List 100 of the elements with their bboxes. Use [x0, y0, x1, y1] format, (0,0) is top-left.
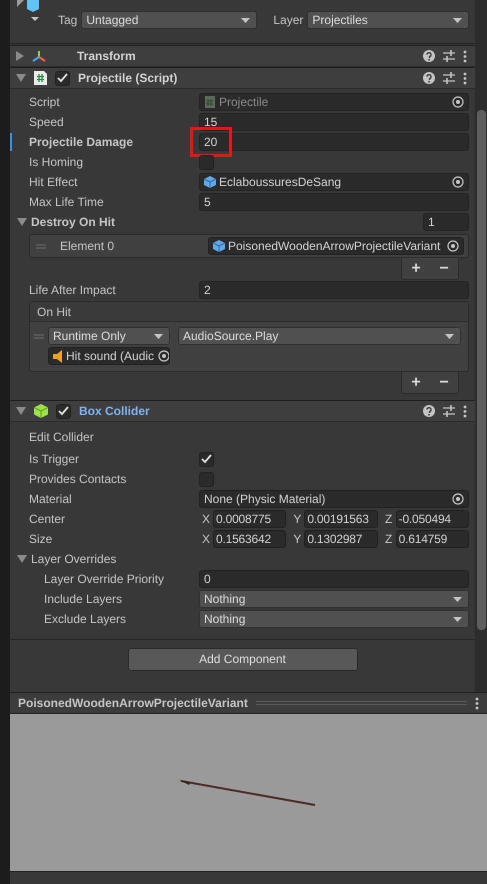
number-field[interactable]: 5 [199, 193, 469, 211]
axis-label: Z [384, 512, 394, 526]
foldout-triangle-icon[interactable] [16, 74, 26, 82]
script-file-icon [34, 71, 47, 85]
number-field[interactable]: 15 [199, 113, 469, 131]
dropdown[interactable]: Runtime Only [48, 327, 170, 345]
field-label: Life After Impact [28, 282, 117, 298]
dropdown[interactable]: Nothing [199, 590, 469, 608]
object-field[interactable]: Hit sound (Audic [48, 347, 170, 365]
foldout-triangle-icon[interactable] [16, 407, 26, 415]
component-header[interactable]: Projectile (Script) [10, 67, 475, 89]
preview-title: PoisonedWoodenArrowProjectileVariant [18, 696, 248, 710]
field-label: Edit Collider [28, 430, 95, 444]
component-title[interactable]: Projectile (Script) [78, 70, 178, 86]
object-field: Projectile [199, 93, 469, 111]
number-field[interactable]: 0.1302987 [304, 530, 378, 548]
settings-sliders-icon[interactable] [443, 72, 455, 84]
caret-icon [453, 616, 462, 622]
event-header: On Hit [30, 302, 468, 322]
remove-button[interactable]: − [439, 260, 449, 276]
caret-icon [154, 334, 163, 338]
check-icon [201, 454, 212, 464]
cube-icon [34, 404, 48, 418]
remove-button[interactable]: − [439, 374, 449, 390]
field-label: Exclude Layers [43, 612, 128, 626]
number-field[interactable]: 2 [199, 281, 469, 299]
checkbox[interactable] [199, 452, 214, 466]
tag-dropdown[interactable]: Untagged [81, 11, 258, 29]
add-component-button[interactable]: Add Component [128, 648, 358, 671]
dropdown[interactable]: AudioSource.Play [178, 327, 461, 345]
help-icon[interactable] [423, 50, 435, 62]
field-label: Center [28, 512, 66, 526]
field-label: Material [28, 492, 73, 506]
field-label: Tag [58, 12, 78, 28]
field-label: Size [28, 532, 54, 546]
more-options-icon[interactable] [463, 404, 467, 418]
add-button[interactable]: + [411, 260, 421, 276]
more-options-icon[interactable] [475, 696, 479, 710]
add-button[interactable]: + [411, 374, 421, 390]
field-label: Speed [28, 114, 65, 130]
field-label: Include Layers [43, 592, 124, 606]
object-picker-icon[interactable] [158, 350, 169, 362]
foldout-triangle-icon[interactable] [16, 51, 24, 61]
help-icon[interactable] [423, 405, 435, 417]
foldout-label[interactable]: Layer Overrides [31, 552, 116, 566]
scrollbar[interactable] [475, 0, 487, 692]
number-field[interactable]: 0.1563642 [213, 530, 286, 548]
object-field[interactable]: PoisonedWoodenArrowProjectileVariant [208, 237, 464, 255]
list-size-field[interactable]: 1 [423, 213, 469, 231]
field-label: Is Trigger [28, 452, 80, 466]
field-label: Projectile Damage [28, 134, 134, 150]
axis-label: Z [384, 532, 394, 546]
more-options-icon[interactable] [463, 72, 467, 84]
number-field[interactable]: 20 [199, 133, 469, 151]
axis-label: Y [292, 512, 302, 526]
axis-label: Y [292, 532, 302, 546]
layer-dropdown[interactable]: Projectiles [307, 11, 469, 29]
prefab-icon[interactable] [17, 0, 41, 21]
field-label: Provides Contacts [28, 472, 128, 486]
field-label: Layer Override Priority [43, 572, 166, 586]
checkbox[interactable] [56, 404, 71, 418]
component-title[interactable]: Box Collider [79, 404, 150, 418]
component-header[interactable]: Transform [10, 45, 475, 67]
list-label[interactable]: Destroy On Hit [31, 214, 116, 230]
help-icon[interactable] [423, 72, 435, 84]
foldout-triangle-icon[interactable] [17, 554, 27, 563]
component-title[interactable]: Transform [77, 48, 136, 64]
scrollbar-thumb[interactable] [477, 110, 486, 630]
axis-label: X [200, 532, 211, 546]
caret-icon [453, 596, 462, 602]
check-icon [57, 73, 68, 83]
field-label: Script [28, 94, 61, 110]
drag-handle-icon[interactable] [34, 334, 44, 338]
axes-icon [32, 50, 46, 62]
caret-icon [453, 18, 462, 22]
more-options-icon[interactable] [463, 50, 467, 62]
drag-handle-icon[interactable] [36, 244, 46, 248]
number-field[interactable]: 0.614759 [396, 530, 469, 548]
checkbox[interactable] [55, 70, 70, 86]
element-label: Element 0 [60, 238, 116, 254]
number-field[interactable]: 0.00191563 [304, 510, 378, 528]
foldout-triangle-icon[interactable] [17, 218, 27, 226]
object-picker-icon[interactable] [452, 493, 464, 505]
caret-icon [445, 334, 454, 338]
check-icon [58, 406, 69, 416]
field-label: Layer [273, 12, 304, 28]
number-field[interactable]: 0 [199, 570, 469, 588]
settings-sliders-icon[interactable] [443, 50, 455, 62]
object-field[interactable]: EclaboussuresDeSang [199, 173, 469, 191]
field-label: Hit Effect [28, 174, 78, 190]
object-field[interactable]: None (Physic Material) [199, 490, 469, 508]
component-header[interactable]: Box Collider [10, 400, 475, 422]
number-field[interactable]: -0.050494 [396, 510, 469, 528]
dropdown[interactable]: Nothing [199, 610, 469, 628]
settings-sliders-icon[interactable] [443, 405, 455, 417]
caret-icon [241, 18, 250, 22]
checkbox[interactable] [199, 154, 214, 170]
object-picker-icon[interactable] [447, 240, 459, 252]
number-field[interactable]: 0.0008775 [213, 510, 286, 528]
object-picker-icon[interactable] [452, 176, 464, 188]
